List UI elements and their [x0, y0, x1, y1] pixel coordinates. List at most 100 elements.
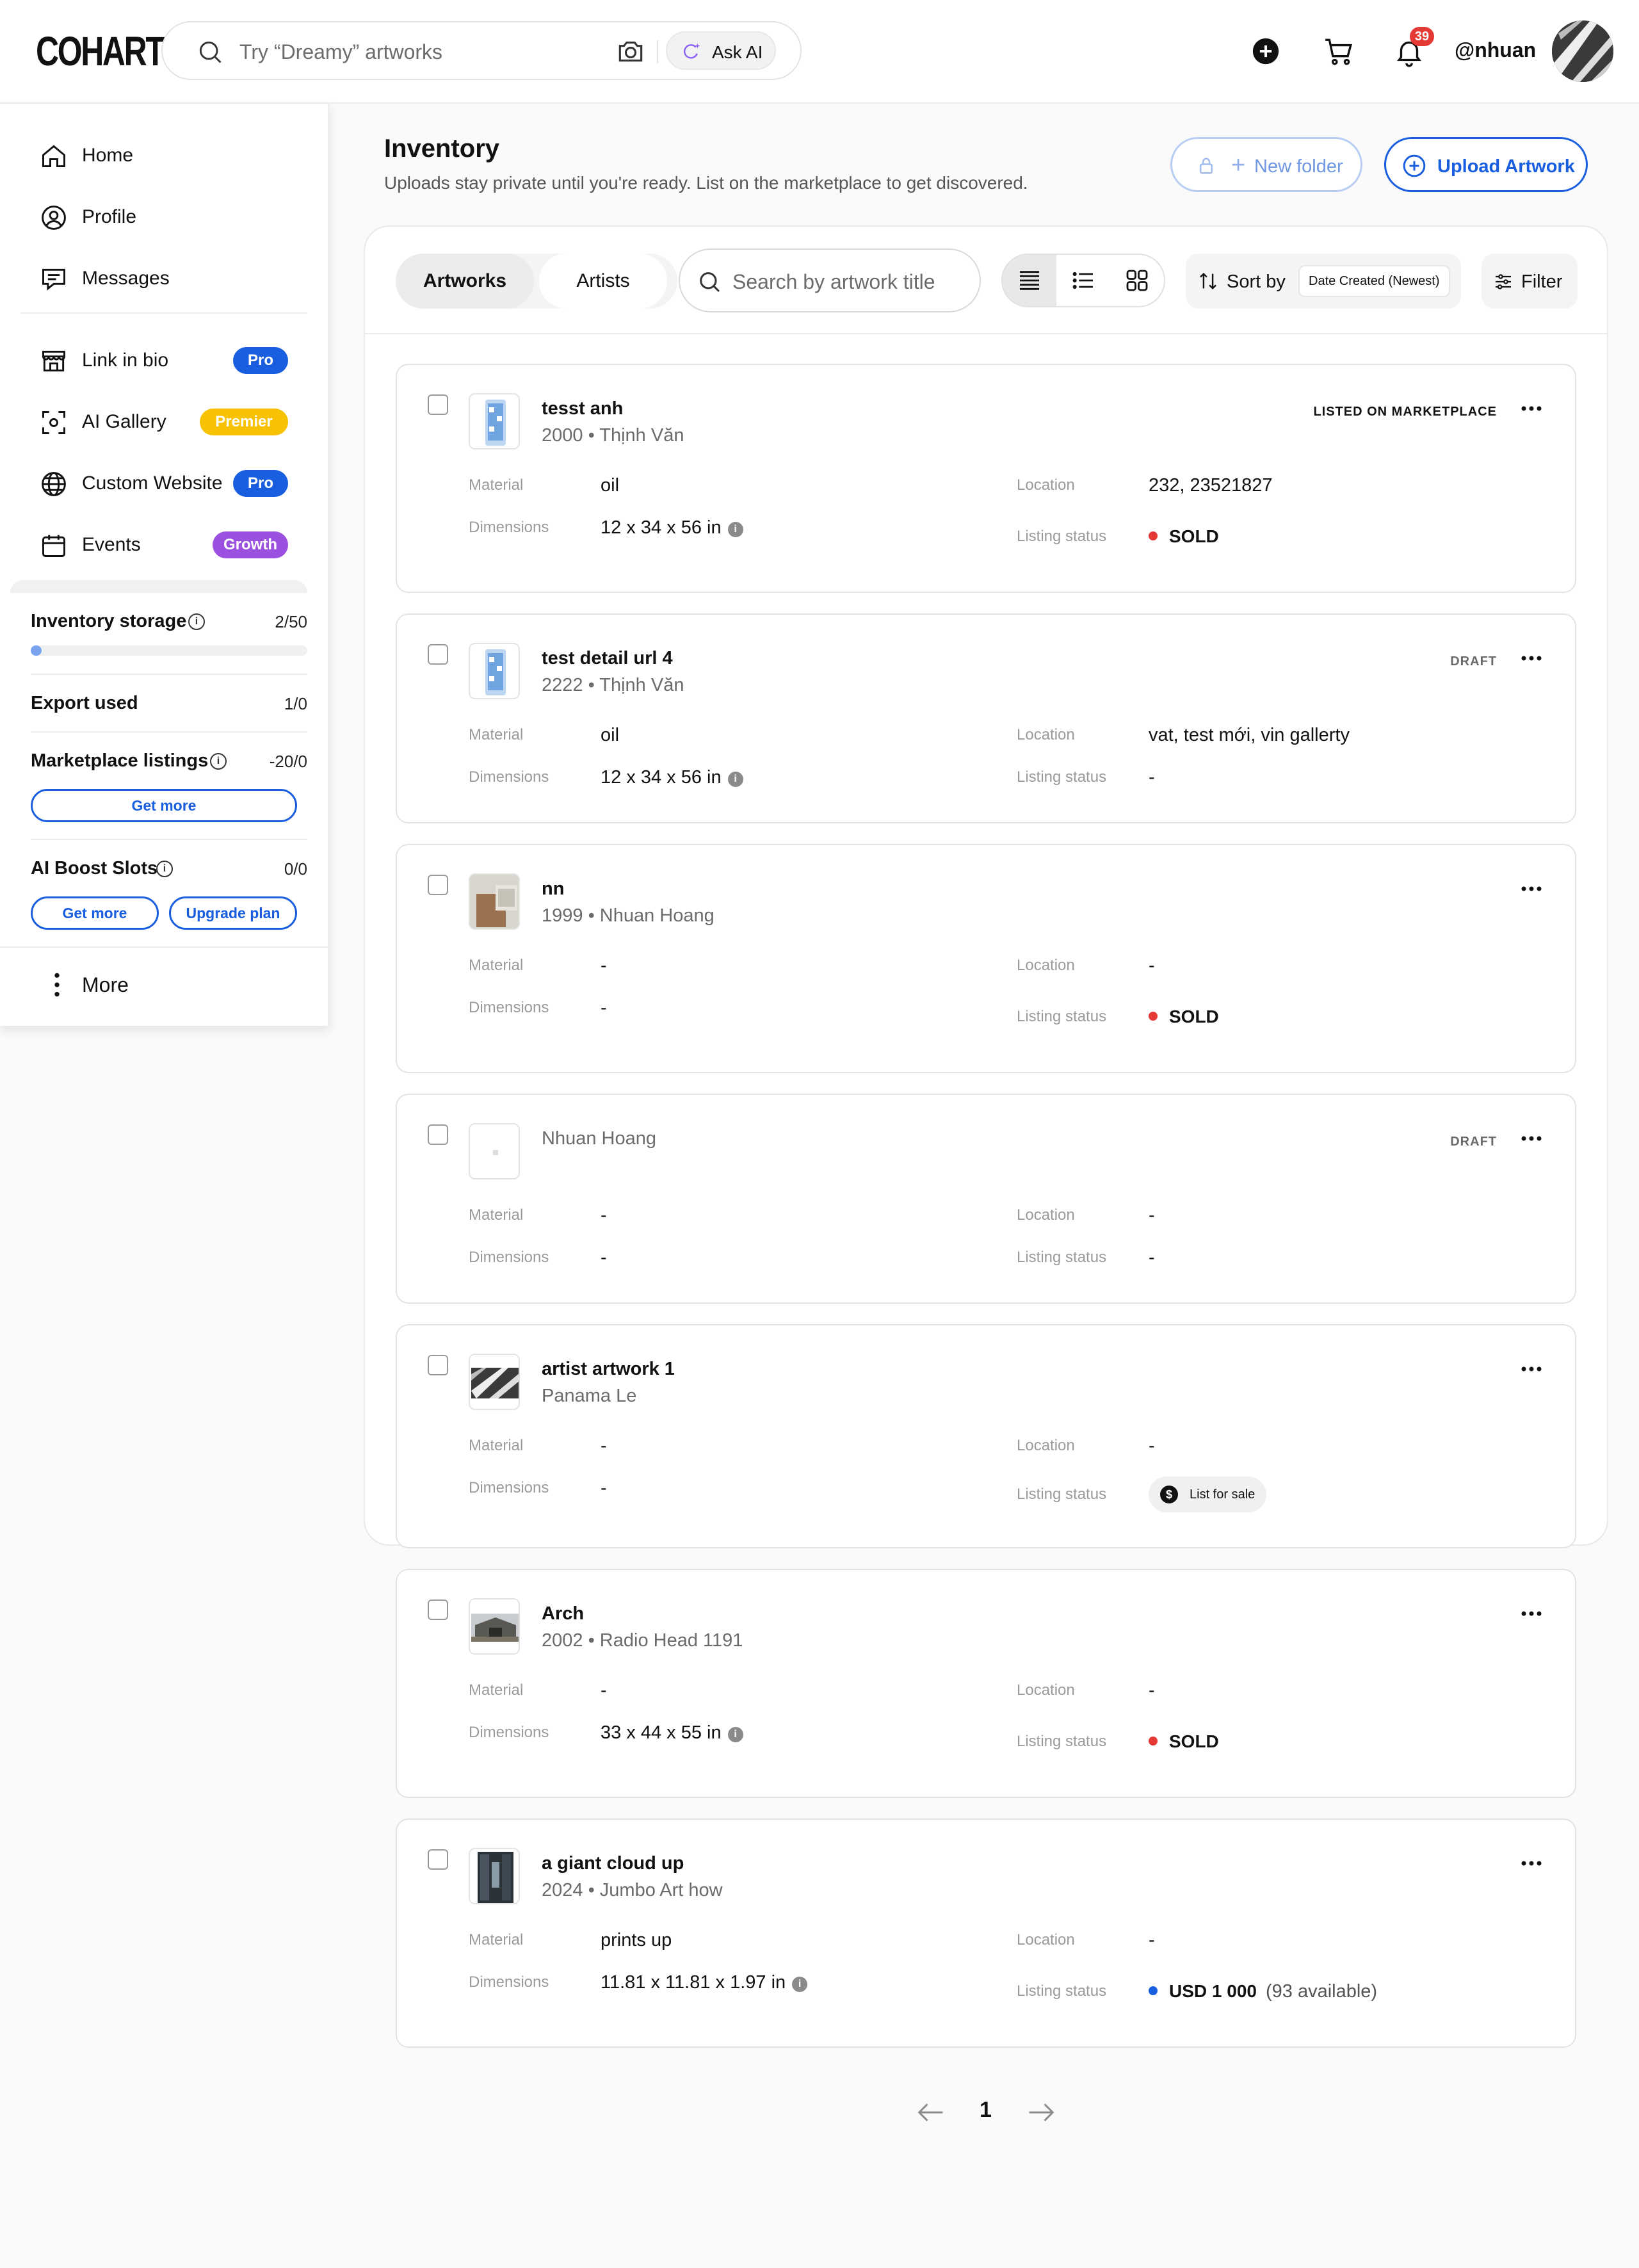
sort-button[interactable]: Sort by Date Created (Newest) [1186, 254, 1461, 309]
artwork-card[interactable]: nn 1999 • Nhuan Hoang Material - Dimensi… [396, 844, 1576, 1073]
grid-view-button[interactable] [1110, 255, 1164, 306]
artwork-thumbnail[interactable] [469, 1598, 520, 1655]
avatar[interactable] [1552, 20, 1613, 82]
select-checkbox[interactable] [428, 875, 448, 895]
list-for-sale-button[interactable]: $ List for sale [1149, 1477, 1267, 1512]
sidebar-item-link-in-bio[interactable]: Link in bio Pro [20, 336, 302, 380]
artwork-card[interactable]: Arch 2002 • Radio Head 1191 Material - D… [396, 1569, 1576, 1798]
info-icon[interactable]: i [727, 772, 743, 787]
artwork-artist: Nhuan Hoang [542, 1128, 656, 1149]
artwork-card[interactable]: artist artwork 1 Panama Le Material - Di… [396, 1324, 1576, 1548]
sidebar-item-profile[interactable]: Profile [20, 192, 302, 237]
filter-button[interactable]: Filter [1482, 254, 1578, 309]
globe-icon [42, 472, 66, 496]
select-checkbox[interactable] [428, 644, 448, 665]
more-button[interactable]: More [0, 946, 329, 1023]
artwork-title[interactable]: tesst anh [542, 398, 623, 419]
ask-ai-button[interactable]: Ask AI [666, 31, 776, 70]
artwork-thumbnail[interactable] [469, 393, 520, 450]
listing-status-tag: DRAFT [1450, 1135, 1497, 1149]
artwork-title[interactable]: test detail url 4 [542, 648, 673, 669]
ai-boost-get-more-button[interactable]: Get more [31, 896, 159, 930]
cohart-logo[interactable]: COHART [36, 31, 165, 72]
upgrade-plan-button[interactable]: Upgrade plan [169, 896, 297, 930]
more-options-icon[interactable] [1520, 1610, 1543, 1617]
artwork-card[interactable]: tesst anh 2000 • Thịnh Văn LISTED ON MAR… [396, 364, 1576, 593]
artwork-title[interactable]: nn [542, 879, 564, 900]
location-value: - [1149, 1436, 1155, 1456]
cart-icon[interactable] [1323, 36, 1355, 68]
info-icon[interactable]: i [188, 613, 205, 630]
artwork-meta: 2024 • Jumbo Art how [542, 1880, 723, 1901]
sidebar-item-label: Profile [82, 206, 137, 227]
more-options-icon[interactable] [1520, 885, 1543, 893]
artwork-thumbnail[interactable] [469, 873, 520, 930]
arrow-left-icon[interactable] [917, 2102, 945, 2123]
upload-artwork-button[interactable]: Upload Artwork [1384, 137, 1588, 192]
listing-status-tag: DRAFT [1450, 654, 1497, 668]
more-options-icon[interactable] [1520, 654, 1543, 662]
artwork-card[interactable]: Nhuan Hoang DRAFT Material - Dimensions … [396, 1094, 1576, 1304]
info-icon[interactable]: i [792, 1977, 808, 1992]
select-checkbox[interactable] [428, 1849, 448, 1870]
sidebar-item-custom-website[interactable]: Custom Website Pro [20, 458, 302, 503]
status-dot [1149, 531, 1158, 540]
more-options-icon[interactable] [1520, 1135, 1543, 1142]
sidebar-item-events[interactable]: Events Growth [20, 520, 302, 565]
select-checkbox[interactable] [428, 394, 448, 415]
artwork-title[interactable]: a giant cloud up [542, 1853, 684, 1874]
tab-artworks[interactable]: Artworks [396, 254, 534, 309]
artwork-card[interactable]: a giant cloud up 2024 • Jumbo Art how Ma… [396, 1818, 1576, 2048]
sidebar: Home Profile Messages Link in bio Pro AI… [0, 104, 329, 1026]
artwork-title[interactable]: Arch [542, 1603, 584, 1624]
inventory-storage-label: Inventory storage [31, 611, 187, 631]
arrow-right-icon[interactable] [1027, 2102, 1055, 2123]
info-icon[interactable]: i [727, 522, 743, 537]
more-options-icon[interactable] [1520, 405, 1543, 412]
artwork-title[interactable]: artist artwork 1 [542, 1359, 675, 1380]
artwork-thumbnail[interactable] [469, 1123, 520, 1179]
artwork-thumbnail[interactable] [469, 1354, 520, 1410]
dimensions-value: - [601, 998, 607, 1018]
username[interactable]: @nhuan [1455, 38, 1536, 62]
new-folder-button[interactable]: + New folder [1170, 137, 1362, 192]
tab-artists[interactable]: Artists [539, 254, 667, 309]
artwork-year: 2024 [542, 1880, 583, 1900]
artwork-card[interactable]: test detail url 4 2222 • Thịnh Văn DRAFT… [396, 613, 1576, 823]
list-view-button[interactable] [1056, 255, 1110, 306]
sidebar-item-ai-gallery[interactable]: AI Gallery Premier [20, 397, 302, 442]
sidebar-item-home[interactable]: Home [20, 131, 302, 175]
sidebar-divider [20, 312, 307, 314]
detail-view-button[interactable] [1003, 255, 1056, 306]
growth-badge: Growth [213, 531, 288, 558]
camera-icon[interactable] [615, 35, 647, 67]
material-label: Material [469, 476, 524, 494]
material-value: - [601, 955, 607, 976]
meta-separator: • [583, 905, 600, 926]
marketplace-get-more-button[interactable]: Get more [31, 789, 297, 822]
artwork-thumbnail[interactable] [469, 1848, 520, 1904]
listing-status-label: Listing status [1017, 1982, 1107, 2000]
artwork-search-input[interactable]: Search by artwork title [679, 248, 981, 312]
select-checkbox[interactable] [428, 1355, 448, 1375]
artwork-thumbnail[interactable] [469, 643, 520, 699]
location-label: Location [1017, 1437, 1075, 1454]
premier-badge: Premier [200, 409, 288, 435]
sidebar-item-messages[interactable]: Messages [20, 254, 302, 298]
more-options-icon[interactable] [1520, 1365, 1543, 1373]
info-icon[interactable]: i [156, 861, 173, 877]
more-options-icon[interactable] [1520, 1859, 1543, 1867]
store-icon [42, 350, 65, 372]
filter-sliders-icon [1496, 274, 1511, 289]
global-search[interactable]: Try “Dreamy” artworks Ask AI [161, 21, 802, 80]
artwork-artist: Radio Head 1191 [599, 1630, 743, 1651]
listing-status-value: USD 1 000 (93 available) [1149, 1981, 1377, 2002]
info-icon[interactable]: i [210, 753, 227, 770]
add-circle-icon[interactable] [1252, 37, 1280, 65]
select-checkbox[interactable] [428, 1600, 448, 1620]
info-icon[interactable]: i [727, 1727, 743, 1742]
select-checkbox[interactable] [428, 1124, 448, 1145]
location-value: - [1149, 955, 1155, 976]
ai-sparkle-icon [684, 43, 700, 59]
current-page[interactable]: 1 [980, 2098, 992, 2123]
